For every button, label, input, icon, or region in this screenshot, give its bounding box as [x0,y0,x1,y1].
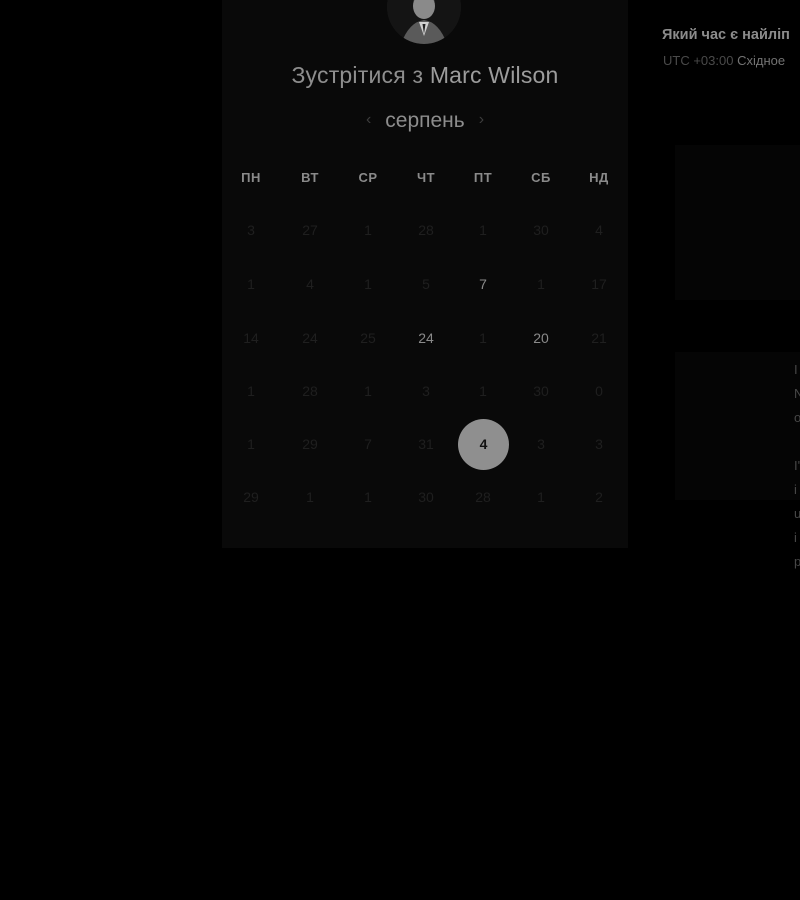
calendar-day: 1 [306,489,314,505]
calendar-day: 1 [537,276,545,292]
timezone-selector[interactable]: UTC +03:00 Східное [663,53,785,68]
host-name: Marc Wilson [429,62,559,88]
calendar-day: 1 [364,222,372,238]
calendar-day: 1 [364,383,372,399]
calendar-day: 1 [364,276,372,292]
calendar-day: 4 [306,276,314,292]
calendar-day: 1 [247,276,255,292]
chevron-left-icon[interactable]: ‹ [352,111,385,129]
calendar-day: 17 [591,276,607,292]
calendar-day: 1 [479,330,487,346]
weekday-label: ВТ [301,170,319,185]
month-navigation: ‹ серпень › [222,109,628,133]
details-text-fragment: p [794,554,800,569]
calendar-day: 4 [595,222,603,238]
weekday-label: ПТ [473,170,493,185]
weekday-label: СР [358,170,378,185]
weekday-label: ЧТ [416,170,436,185]
calendar-day: 1 [364,489,372,505]
available-day[interactable]: 24 [406,328,446,348]
calendar-day: 3 [247,222,255,238]
calendar-day: 1 [537,489,545,505]
calendar-day: 30 [533,222,549,238]
calendar-day: 0 [595,383,603,399]
calendar-day: 2 [595,489,603,505]
calendar-day: 25 [360,330,376,346]
calendar-day: 24 [302,330,318,346]
calendar-day: 1 [479,222,487,238]
calendar-day: 28 [418,222,434,238]
calendar-day: 3 [595,436,603,452]
time-slot-panel [675,145,800,300]
calendar-day: 27 [302,222,318,238]
details-text-fragment: i [794,530,797,545]
calendar-day: 30 [418,489,434,505]
weekday-label: ПН [241,170,261,185]
calendar-day: 7 [364,436,372,452]
calendar-day: 1 [247,383,255,399]
available-day[interactable]: 20 [521,328,561,348]
calendar-day: 30 [533,383,549,399]
selected-day[interactable]: 4 [458,419,509,470]
calendar-day: 21 [591,330,607,346]
calendar-day: 14 [243,330,259,346]
calendar-day: 1 [479,383,487,399]
weekday-label: НД [589,170,609,185]
month-label: серпень [385,109,465,132]
details-text-fragment: i [794,482,797,497]
title-prefix: Зустрітися з [291,62,430,88]
timezone-offset: UTC +03:00 [663,53,734,68]
calendar-day: 28 [302,383,318,399]
calendar-day: 3 [537,436,545,452]
details-text-fragment: I [794,362,798,377]
calendar-day: 29 [302,436,318,452]
timezone-question: Який час є найліп [662,27,790,43]
available-day[interactable]: 7 [463,274,503,294]
timezone-name: Східное [737,53,786,68]
details-text-fragment: o [794,410,800,425]
details-text-fragment: u [794,506,800,521]
calendar-day: 5 [422,276,430,292]
details-text-fragment: I' [794,458,800,473]
weekday-label: СБ [531,170,551,185]
details-panel [675,352,800,500]
calendar-day: 28 [475,489,491,505]
chevron-right-icon[interactable]: › [465,111,498,129]
details-text-fragment: N [794,386,800,401]
calendar-day: 1 [247,436,255,452]
calendar-day: 3 [422,383,430,399]
calendar-day: 31 [418,436,434,452]
page-title: Зустрітися з Marc Wilson [222,62,628,89]
calendar-day: 29 [243,489,259,505]
